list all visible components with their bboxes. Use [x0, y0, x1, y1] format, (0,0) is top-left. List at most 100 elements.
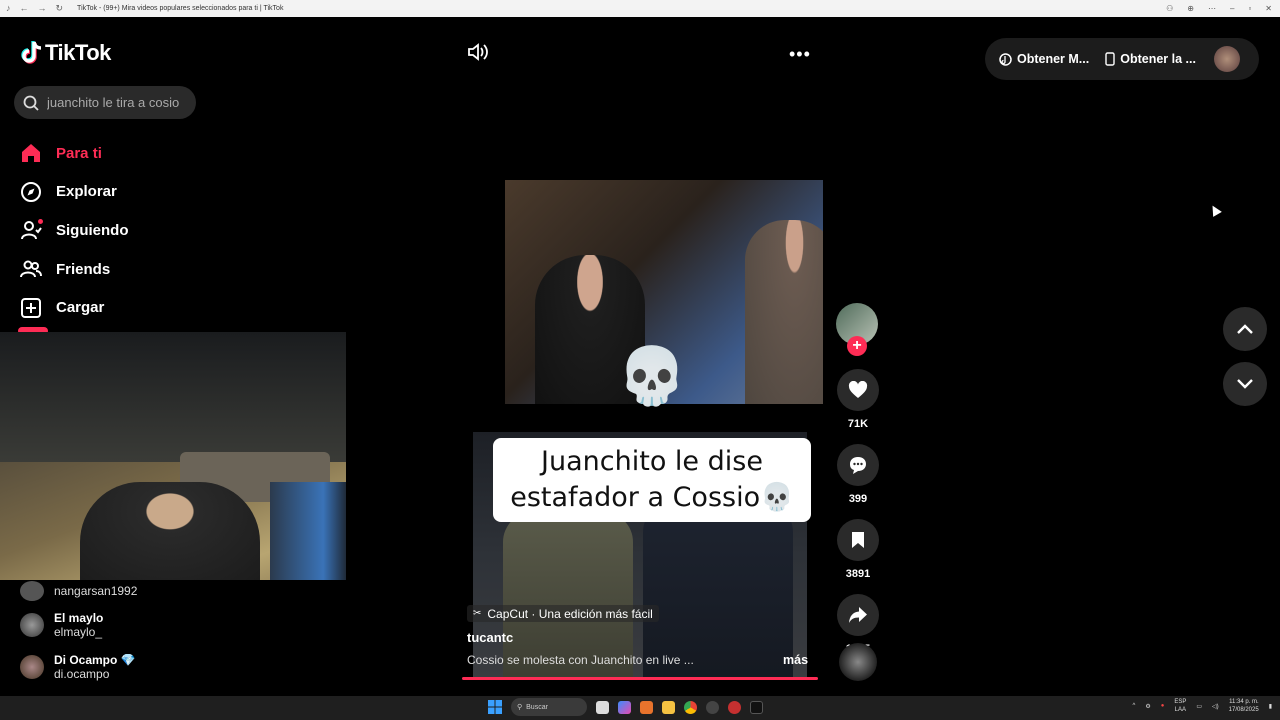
network-icon[interactable]: ▭: [1196, 703, 1202, 710]
avatar: [20, 655, 44, 679]
tiktok-note-icon: [21, 41, 42, 64]
following-icon: [20, 219, 43, 241]
maximize-button[interactable]: ▫: [1248, 4, 1251, 13]
following-list: nangarsan1992 El maylo elmaylo_ Di Ocamp…: [20, 578, 137, 688]
notification-dot: [38, 219, 43, 225]
sidebar-menu: Para ti Explorar Siguiendo Friends Carga…: [20, 134, 129, 327]
bookmark-icon: [852, 532, 864, 548]
get-coins-button[interactable]: Obtener M...: [999, 52, 1089, 66]
chevron-down-icon: [1237, 379, 1253, 389]
more-options-icon[interactable]: •••: [789, 44, 811, 65]
following-account[interactable]: nangarsan1992: [20, 578, 137, 604]
following-account[interactable]: El maylo elmaylo_: [20, 604, 137, 646]
video-caption: Juanchito le dise estafador a Cossio💀: [493, 438, 811, 522]
translate-icon[interactable]: ⚇: [1166, 4, 1173, 13]
save-button[interactable]: [837, 519, 879, 561]
sidebar-item-label: Para ti: [56, 144, 102, 162]
video-person-right: [745, 220, 823, 404]
account-handle: elmaylo_: [54, 625, 103, 639]
webcam-chair: [270, 482, 346, 580]
taskbar-search[interactable]: ⚲ Buscar: [511, 698, 587, 716]
share-button[interactable]: [837, 594, 879, 636]
mouse-cursor-icon: [1208, 203, 1222, 217]
get-app-button[interactable]: Obtener la ...: [1105, 52, 1196, 66]
file-explorer-icon[interactable]: [662, 700, 675, 714]
app-dark-icon[interactable]: [706, 700, 719, 714]
tray-chevron-icon[interactable]: ^: [1133, 703, 1136, 709]
forward-icon[interactable]: →: [38, 3, 47, 14]
coin-icon: [999, 52, 1012, 66]
account-name: Di Ocampo 💎: [54, 653, 136, 667]
tray-app-icon[interactable]: ⚙: [1145, 703, 1150, 710]
action-column: + 71K 399 3891 1715: [836, 303, 880, 655]
tiktok-logo[interactable]: TikTok: [20, 40, 111, 66]
sidebar-item-label: Friends: [56, 260, 111, 278]
webcam-window-bg: [0, 332, 346, 462]
app-red-icon[interactable]: [728, 700, 741, 714]
copilot-icon[interactable]: [618, 700, 631, 714]
save-action: 3891: [836, 519, 880, 580]
follow-plus-button[interactable]: +: [847, 336, 867, 356]
language-indicator[interactable]: ESP LAA: [1174, 698, 1186, 714]
volume-tray-icon[interactable]: ◁): [1212, 703, 1219, 710]
video-player[interactable]: 💀 Juanchito le dise estafador a Cossio💀 …: [462, 180, 823, 680]
clock[interactable]: 11:34 p. m. 17/08/2025: [1229, 698, 1259, 714]
search-icon: ⚲: [517, 704, 523, 711]
browser-nav: ♪ ← → ↻: [0, 3, 63, 14]
home-icon: [20, 142, 42, 164]
search-icon: [23, 95, 39, 111]
capcut-label: CapCut · Una edición más fácil: [487, 606, 653, 621]
upload-icon: [20, 297, 42, 319]
next-video-button[interactable]: [1223, 362, 1267, 406]
zoom-icon[interactable]: ⊕: [1187, 4, 1194, 13]
account-name: El maylo: [54, 611, 104, 625]
comment-button[interactable]: [837, 444, 879, 486]
chrome-icon[interactable]: [684, 700, 697, 714]
reload-icon[interactable]: ↻: [56, 3, 64, 14]
like-count: 71K: [847, 418, 869, 430]
capcut-link[interactable]: ✂ CapCut · Una edición más fácil: [467, 605, 659, 622]
following-account[interactable]: Di Ocampo 💎 di.ocampo: [20, 646, 137, 688]
browser-titlebar: ♪ ← → ↻ TikTok - (99+) Mira videos popul…: [0, 0, 1280, 17]
avatar: [20, 613, 44, 637]
notifications-icon[interactable]: ▮: [1269, 703, 1272, 710]
window-controls: ⚇ ⊕ ⋯ – ▫ ✕: [1166, 0, 1272, 17]
sidebar-item-explorar[interactable]: Explorar: [20, 173, 129, 212]
menu-dots-icon[interactable]: ⋯: [1208, 4, 1216, 13]
taskbar-search-label: Buscar: [526, 703, 548, 711]
comment-icon: [850, 457, 866, 474]
task-view-icon[interactable]: [596, 700, 609, 714]
windows-start-icon[interactable]: [488, 700, 502, 714]
compass-icon: [20, 181, 42, 203]
previous-video-button[interactable]: [1223, 307, 1267, 351]
search-box[interactable]: [14, 86, 196, 119]
microphone-icon[interactable]: ●: [1161, 703, 1165, 709]
sound-toggle[interactable]: [467, 42, 489, 67]
more-description-button[interactable]: más: [783, 653, 808, 667]
skull-emoji: 💀: [617, 344, 687, 407]
sidebar-item-siguiendo[interactable]: Siguiendo: [20, 211, 129, 250]
sidebar-item-label: Cargar: [56, 299, 105, 317]
search-input[interactable]: [47, 95, 187, 110]
capcut-icon: ✂: [473, 608, 482, 619]
creator-avatar[interactable]: +: [836, 303, 878, 356]
brand-name: TikTok: [45, 40, 111, 65]
close-button[interactable]: ✕: [1265, 4, 1272, 13]
taskbar-apps: ⚲ Buscar: [488, 698, 763, 716]
browser-title: TikTok - (99+) Mira videos populares sel…: [77, 5, 284, 12]
sidebar-item-para-ti[interactable]: Para ti: [20, 134, 129, 173]
sidebar-item-cargar[interactable]: Cargar: [20, 288, 129, 327]
volume-icon: [468, 43, 488, 61]
back-icon[interactable]: ←: [20, 3, 29, 14]
chevron-up-icon: [1237, 324, 1253, 334]
video-progress-bar[interactable]: [462, 677, 818, 680]
music-disc-icon[interactable]: [839, 643, 877, 681]
minimize-button[interactable]: –: [1230, 4, 1234, 13]
app-orange-icon[interactable]: [640, 700, 653, 714]
tiktok-taskbar-icon[interactable]: [750, 700, 763, 714]
video-author[interactable]: tucantc: [467, 630, 513, 645]
sidebar-item-friends[interactable]: Friends: [20, 250, 129, 289]
profile-avatar[interactable]: [1213, 46, 1240, 72]
like-button[interactable]: [837, 369, 879, 411]
verified-gem-icon: 💎: [120, 653, 136, 667]
